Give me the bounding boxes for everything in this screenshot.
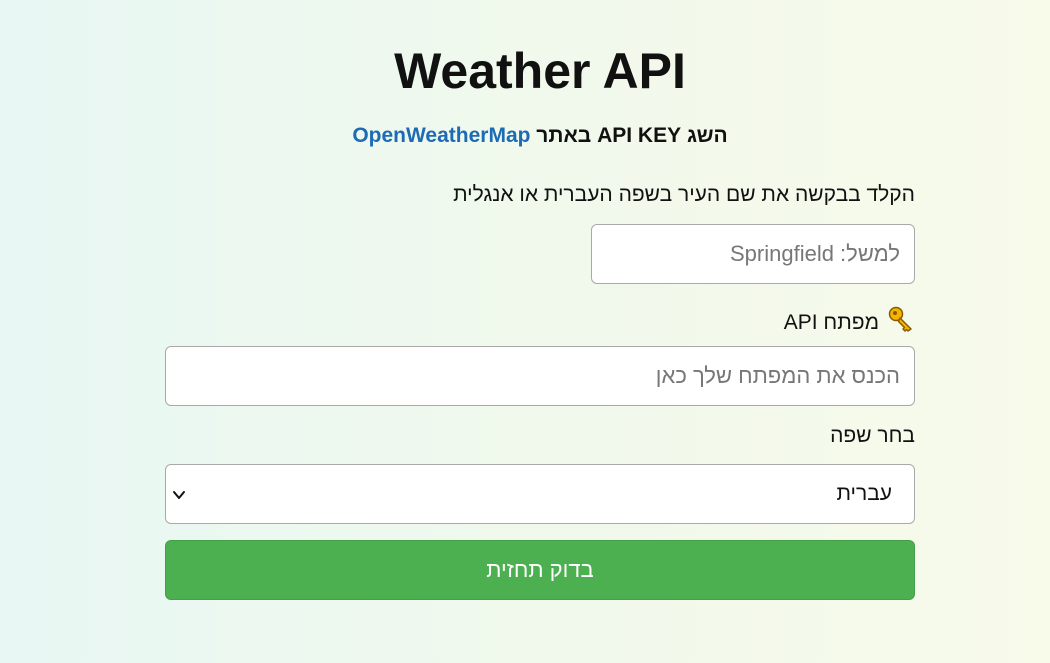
city-input[interactable] [591, 224, 915, 284]
api-key-label-text: מפתח API [783, 311, 879, 334]
api-key-input[interactable] [165, 346, 915, 406]
city-label: הקלד בבקשה את שם העיר בשפה העברית או אנג… [453, 183, 915, 206]
chevron-down-icon [172, 488, 186, 507]
language-select[interactable]: עברית [165, 464, 915, 524]
api-key-label: מפתח API [784, 305, 915, 339]
page-subtitle: השג API KEY באתר OpenWeatherMap [0, 124, 1050, 148]
openweathermap-link[interactable]: OpenWeatherMap [352, 124, 530, 147]
language-select-value: עברית [836, 482, 892, 505]
subtitle-text: השג API KEY באתר [530, 124, 728, 147]
check-forecast-button[interactable]: בדוק תחזית [165, 540, 915, 600]
page-title: Weather API [394, 43, 686, 99]
key-icon [887, 305, 915, 339]
language-label: בחר שפה [830, 424, 915, 447]
